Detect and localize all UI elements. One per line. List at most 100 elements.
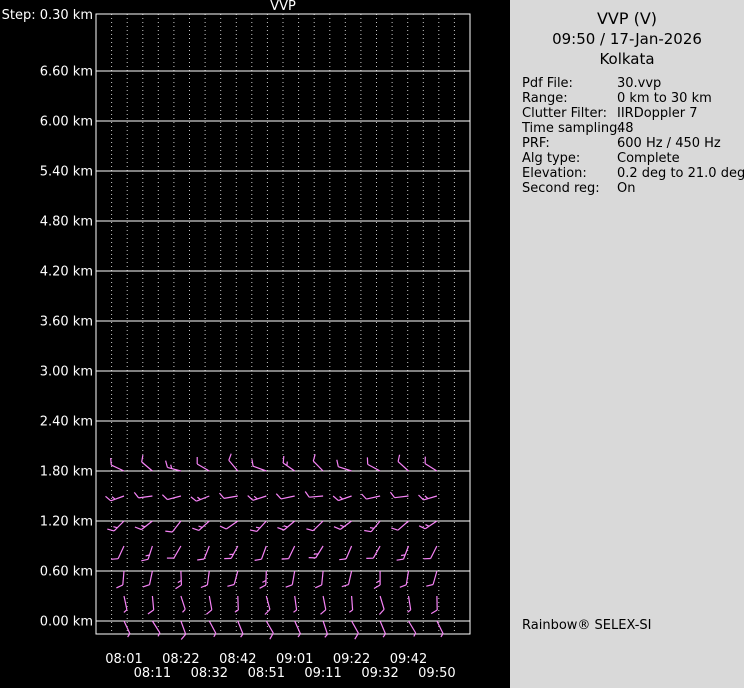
wind-barb xyxy=(196,457,210,472)
wind-barb xyxy=(426,570,438,587)
wind-barb xyxy=(423,545,438,560)
wind-barb xyxy=(197,545,210,561)
wind-barb xyxy=(175,570,182,590)
wind-barb xyxy=(219,520,239,530)
field-value: Complete xyxy=(617,151,680,166)
wind-barb xyxy=(116,570,125,589)
vvp-window: 6.60 km 6.00 km 5.40 km 4.80 km 4.20 km 3.60 … xyxy=(0,0,744,688)
wind-barb xyxy=(147,595,155,615)
wind-barb xyxy=(259,570,267,589)
wind-barb xyxy=(379,620,387,638)
wind-barb xyxy=(142,570,153,588)
wind-barb xyxy=(430,595,438,615)
y-axis-label: 0.00 km xyxy=(40,615,93,630)
y-axis-label: 1.80 km xyxy=(40,465,93,480)
wind-barb xyxy=(161,494,182,501)
field-value: IIRDoppler 7 xyxy=(617,106,698,121)
wind-barb xyxy=(293,595,298,613)
wind-barb xyxy=(396,545,410,561)
wind-barb xyxy=(275,493,295,500)
wind-barb xyxy=(282,455,296,472)
panel-title: VVP (V) xyxy=(596,9,658,28)
wind-barb xyxy=(336,459,352,472)
wind-barb xyxy=(333,520,352,530)
field-label: Elevation: xyxy=(522,166,587,181)
wind-barb xyxy=(249,520,267,532)
field-label: Clutter Filter: xyxy=(522,106,607,121)
wind-barb xyxy=(397,454,409,472)
x-axis-label: 09:42 xyxy=(390,652,427,667)
wind-barb xyxy=(373,571,381,590)
wind-barb xyxy=(364,520,381,533)
wind-barb xyxy=(105,495,125,502)
wind-barb xyxy=(308,545,324,559)
wind-barb xyxy=(192,520,210,531)
y-axis-label: 1.20 km xyxy=(40,515,93,530)
wind-barb xyxy=(237,620,244,638)
x-axis-label: 09:32 xyxy=(361,666,398,681)
wind-barb xyxy=(378,595,385,615)
wind-barb xyxy=(418,520,438,530)
y-axis-label: 2.40 km xyxy=(40,415,93,430)
wind-barb xyxy=(264,595,271,615)
y-axis-label: 5.40 km xyxy=(40,165,93,180)
field-value: On xyxy=(617,181,636,196)
panel-datetime: 09:50 / 17-Jan-2026 xyxy=(552,30,702,48)
y-axis-label: 0.60 km xyxy=(40,565,93,580)
x-axis-label: 08:22 xyxy=(162,652,199,667)
wind-barb xyxy=(391,520,409,531)
wind-barb xyxy=(348,595,354,613)
x-axis-label: 09:01 xyxy=(276,652,313,667)
field-value: 0.2 deg to 21.0 deg xyxy=(617,166,744,181)
panel-fields: Pdf File: 30.vvp Range: 0 km to 30 km Clutte… xyxy=(510,76,744,196)
x-axis-label: 09:22 xyxy=(333,652,370,667)
field-value: 600 Hz / 450 Hz xyxy=(617,136,721,151)
wind-barb xyxy=(141,454,153,472)
y-axis-label: 6.00 km xyxy=(40,115,93,130)
field-label: PRF: xyxy=(522,136,550,151)
field-value: 48 xyxy=(617,121,634,136)
x-axis-label: 08:01 xyxy=(105,652,142,667)
wind-barb xyxy=(165,460,182,472)
x-axis-label: 09:50 xyxy=(418,666,455,681)
wind-barb xyxy=(312,454,324,472)
wind-barb xyxy=(190,495,210,502)
wind-barb xyxy=(247,495,267,501)
info-panel: VVP (V) 09:50 / 17-Jan-2026 Kolkata Pdf … xyxy=(510,0,744,688)
wind-barb xyxy=(294,620,301,638)
wind-barb xyxy=(424,456,438,472)
wind-barb xyxy=(107,520,125,532)
wind-barb xyxy=(200,570,210,589)
wind-barb xyxy=(180,620,187,640)
wind-barb xyxy=(111,545,125,560)
wind-barb xyxy=(285,570,296,588)
y-axis-label: 4.20 km xyxy=(40,265,93,280)
wind-barb xyxy=(254,545,267,561)
wind-barb xyxy=(165,520,182,533)
wind-barb xyxy=(277,520,296,531)
x-axis-label: 08:32 xyxy=(191,666,228,681)
wind-barb xyxy=(166,545,182,559)
wind-barb xyxy=(339,545,353,561)
step-label: Step: 0.30 km xyxy=(2,8,93,23)
wind-barb xyxy=(315,570,324,589)
wind-barb xyxy=(366,545,381,559)
wind-barb xyxy=(281,545,296,560)
wind-barb xyxy=(133,492,153,499)
x-axis-label: 08:51 xyxy=(248,666,285,681)
wind-barb xyxy=(418,494,438,501)
wind-barb xyxy=(206,595,213,615)
x-axis-label: 09:11 xyxy=(304,666,341,681)
wind-barb xyxy=(320,595,327,615)
wind-barb xyxy=(224,545,239,560)
wind-barb xyxy=(123,595,128,613)
x-axis-label: 08:11 xyxy=(134,666,171,681)
wind-barb xyxy=(123,620,131,638)
wind-barb xyxy=(366,457,381,472)
wind-barb xyxy=(306,520,324,532)
wind-barb xyxy=(332,495,352,502)
y-axis-label: 4.80 km xyxy=(40,215,93,230)
y-axis-label: 6.60 km xyxy=(40,65,93,80)
field-label: Second reg: xyxy=(522,181,600,196)
x-axis-label: 08:42 xyxy=(219,652,256,667)
